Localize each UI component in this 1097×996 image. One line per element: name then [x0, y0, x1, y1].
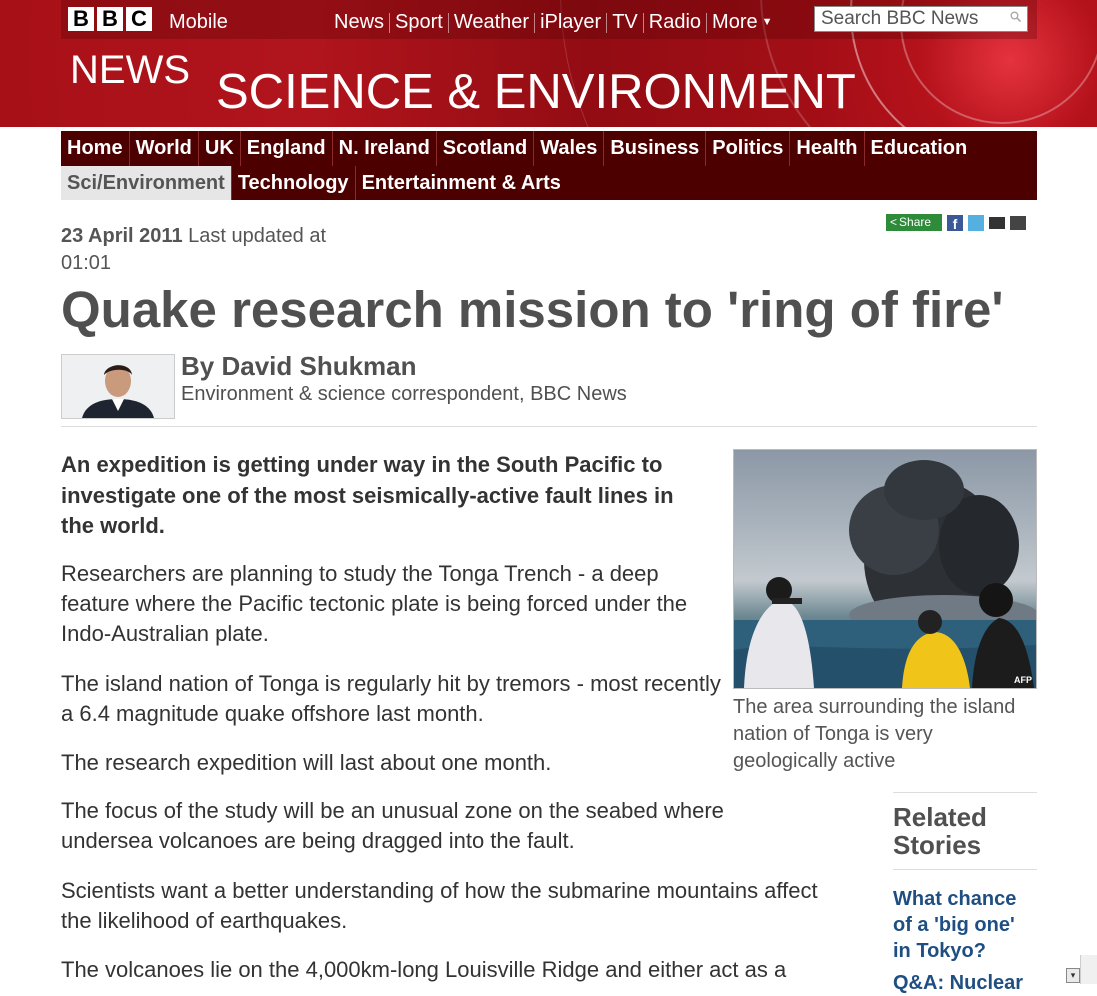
section-nav-health[interactable]: Health: [790, 131, 865, 166]
article-time: 01:01: [61, 252, 112, 274]
global-nav-tv[interactable]: TV: [607, 11, 643, 34]
article-figure: AFP The area surrounding the island nati…: [733, 449, 1037, 775]
article-paragraph: Researchers are planning to study the To…: [61, 561, 688, 646]
section-nav-education[interactable]: Education: [865, 131, 974, 166]
article-intro: An expedition is getting under way in th…: [61, 452, 674, 538]
article-paragraph: The island nation of Tonga is regularly …: [61, 671, 721, 726]
article-paragraph: The research expedition will last about …: [61, 750, 552, 775]
section-nav-entertainment-arts[interactable]: Entertainment & Arts: [356, 166, 567, 200]
related-story-link[interactable]: Q&A: Nuclear: [893, 970, 1037, 996]
section-nav-business[interactable]: Business: [604, 131, 707, 166]
vertical-scrollbar[interactable]: [1080, 955, 1097, 984]
author-photo-image: [62, 355, 174, 418]
article-date: 23 April 2011: [61, 225, 183, 247]
global-nav-more-label: More: [712, 11, 758, 33]
news-wordmark[interactable]: NEWS: [70, 48, 190, 93]
search-input[interactable]: [821, 7, 1001, 31]
byline-role: Environment & science correspondent, BBC…: [181, 383, 627, 405]
search-icon[interactable]: [1010, 11, 1021, 22]
article-headline: Quake research mission to 'ring of fire': [61, 281, 1004, 338]
article-paragraph: The volcanoes lie on the 4,000km-long Lo…: [61, 957, 787, 982]
article-paragraph: Scientists want a better understanding o…: [61, 878, 818, 933]
divider: [61, 426, 1037, 427]
global-nav-weather[interactable]: Weather: [449, 11, 534, 34]
section-nav-world[interactable]: World: [130, 131, 199, 166]
section-nav-n-ireland[interactable]: N. Ireland: [333, 131, 437, 166]
last-updated-label: Last updated at: [188, 225, 327, 247]
global-nav-sport[interactable]: Sport: [390, 11, 448, 34]
section-nav-scotland[interactable]: Scotland: [437, 131, 535, 166]
mobile-link[interactable]: Mobile: [169, 11, 228, 34]
section-nav-england[interactable]: England: [241, 131, 333, 166]
chevron-down-icon: ▼: [761, 16, 773, 28]
volcano-photo-image: [734, 460, 1036, 688]
bbc-logo-block: B: [68, 7, 94, 31]
section-nav-technology[interactable]: Technology: [232, 166, 356, 200]
divider: [893, 792, 1037, 793]
share-icon: <: [890, 215, 898, 229]
share-label: Share: [899, 215, 932, 229]
section-nav-wales[interactable]: Wales: [534, 131, 605, 166]
dateline: 23 April 2011 Last updated at 01:01: [61, 223, 381, 277]
bbc-logo-block: C: [126, 7, 152, 31]
section-title: SCIENCE & ENVIRONMENT: [216, 65, 856, 119]
section-nav: Home World UK England N. Ireland Scotlan…: [61, 131, 1037, 200]
divider: [893, 869, 1037, 870]
section-nav-politics[interactable]: Politics: [706, 131, 791, 166]
related-stories: Related Stories What chance of a 'big on…: [893, 792, 1037, 996]
global-nav-iplayer[interactable]: iPlayer: [535, 11, 606, 34]
twitter-icon[interactable]: [968, 214, 984, 231]
related-story-link[interactable]: What chance of a 'big one' in Tokyo?: [893, 886, 1037, 964]
section-nav-sci-environment[interactable]: Sci/Environment: [61, 166, 232, 200]
article-paragraph: The focus of the study will be an unusua…: [61, 798, 724, 853]
author-photo: [61, 354, 175, 419]
email-icon[interactable]: [989, 216, 1005, 229]
section-nav-uk[interactable]: UK: [199, 131, 241, 166]
section-nav-home[interactable]: Home: [61, 131, 130, 166]
facebook-icon[interactable]: f: [947, 214, 963, 232]
volcano-photo: AFP: [733, 449, 1037, 689]
bbc-logo-block: B: [97, 7, 123, 31]
global-nav-news[interactable]: News: [334, 11, 389, 34]
search-box: [814, 6, 1028, 32]
byline-name[interactable]: By David Shukman: [181, 351, 417, 382]
share-tools: < Share f: [886, 214, 1026, 232]
section-nav-row: Home World UK England N. Ireland Scotlan…: [61, 131, 973, 166]
global-nav-more[interactable]: More ▼: [707, 11, 777, 34]
global-nav-radio[interactable]: Radio: [644, 11, 706, 34]
image-caption: The area surrounding the island nation o…: [733, 696, 1016, 772]
related-stories-heading: Related Stories: [893, 802, 987, 860]
scroll-down-icon[interactable]: ▾: [1066, 968, 1080, 983]
masthead: B B C Mobile News Sport Weather iPlayer …: [0, 0, 1097, 127]
bbc-logo[interactable]: B B C: [68, 7, 152, 31]
share-button[interactable]: < Share: [886, 214, 942, 231]
global-nav: News Sport Weather iPlayer TV Radio More…: [334, 11, 778, 34]
image-credit: AFP: [1014, 675, 1032, 685]
print-icon[interactable]: [1010, 215, 1026, 230]
section-nav-row: Sci/Environment Technology Entertainment…: [61, 166, 567, 200]
